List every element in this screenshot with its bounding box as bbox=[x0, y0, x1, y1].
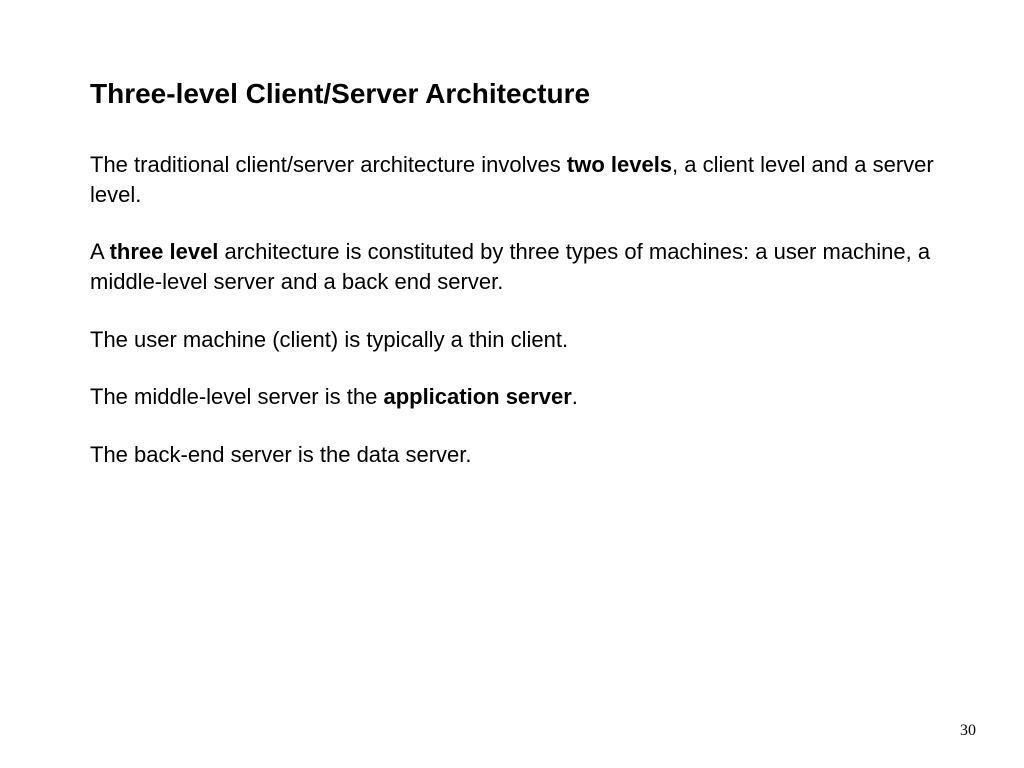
bold-text: three level bbox=[110, 239, 219, 264]
text-span: The traditional client/server architectu… bbox=[90, 152, 567, 177]
text-span: The back-end server is the data server. bbox=[90, 442, 472, 467]
page-number: 30 bbox=[960, 722, 976, 740]
paragraph-4: The middle-level server is the applicati… bbox=[90, 382, 934, 412]
text-span: . bbox=[572, 384, 578, 409]
text-span: The middle-level server is the bbox=[90, 384, 383, 409]
paragraph-2: A three level architecture is constitute… bbox=[90, 237, 934, 296]
text-span: The user machine (client) is typically a… bbox=[90, 327, 568, 352]
paragraph-3: The user machine (client) is typically a… bbox=[90, 325, 934, 355]
slide-title: Three-level Client/Server Architecture bbox=[90, 78, 934, 110]
paragraph-1: The traditional client/server architectu… bbox=[90, 150, 934, 209]
bold-text: two levels bbox=[567, 152, 672, 177]
bold-text: application server bbox=[383, 384, 571, 409]
paragraph-5: The back-end server is the data server. bbox=[90, 440, 934, 470]
text-span: A bbox=[90, 239, 110, 264]
